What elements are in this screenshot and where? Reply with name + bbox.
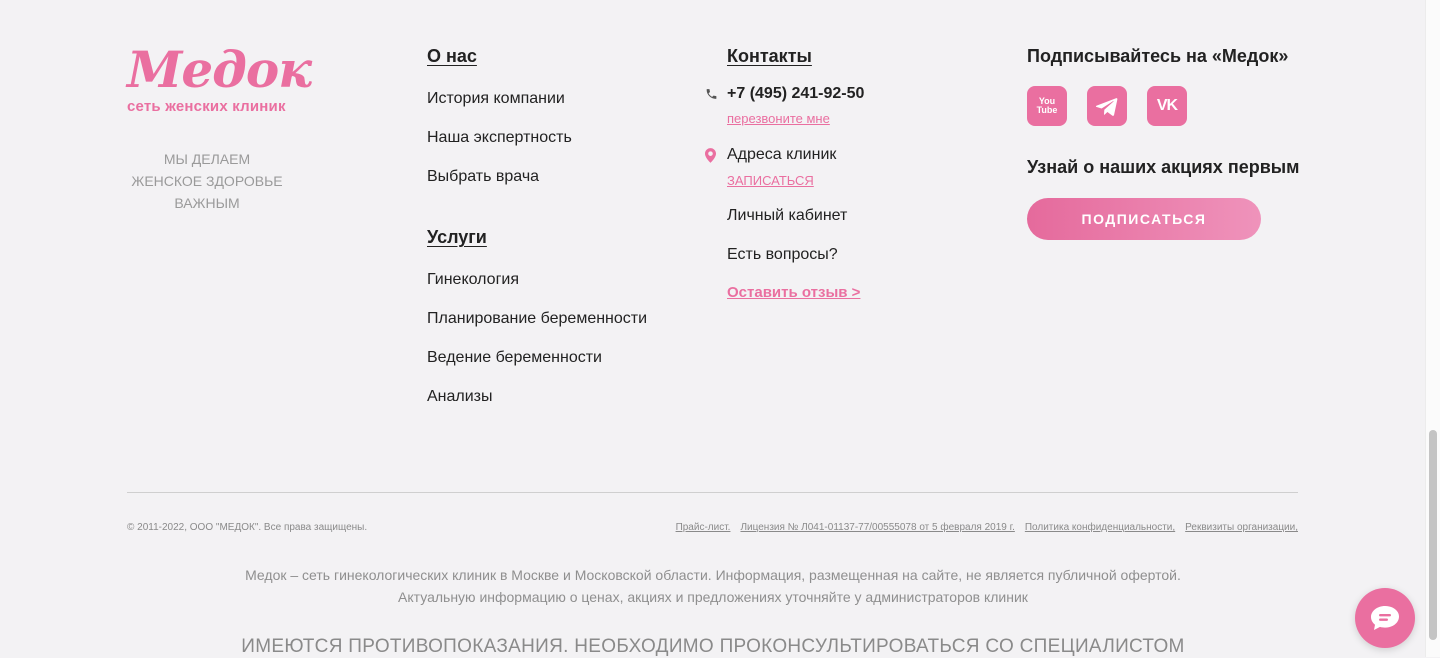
callback-link[interactable]: перезвоните мне bbox=[727, 111, 864, 126]
license-link[interactable]: Лицензия № Л041-01137-77/00555078 от 5 ф… bbox=[740, 522, 1014, 533]
about-link-expertise[interactable]: Наша экспертность bbox=[427, 118, 647, 157]
page-scrollbar[interactable] bbox=[1425, 0, 1440, 657]
vk-icon[interactable]: VK bbox=[1147, 86, 1187, 126]
disclaimer-line-2: Актуальную информацию о ценах, акциях и … bbox=[398, 589, 1028, 605]
services-link-pregnancy-management[interactable]: Ведение беременности bbox=[427, 338, 647, 377]
tagline: МЫ ДЕЛАЕМ ЖЕНСКОЕ ЗДОРОВЬЕ ВАЖНЫМ bbox=[131, 151, 283, 211]
footer-divider bbox=[127, 492, 1298, 493]
leave-review-link[interactable]: Оставить отзыв > bbox=[727, 284, 864, 301]
about-heading[interactable]: О нас bbox=[427, 46, 647, 67]
logo-wordmark: Медок bbox=[127, 40, 312, 99]
promo-title: Узнай о наших акциях первым bbox=[1027, 157, 1300, 177]
services-link-pregnancy-planning[interactable]: Планирование беременности bbox=[427, 299, 647, 338]
scrollbar-thumb[interactable] bbox=[1429, 430, 1437, 640]
services-link-gynecology[interactable]: Гинекология bbox=[427, 260, 647, 299]
services-link-analyses[interactable]: Анализы bbox=[427, 377, 647, 416]
subscribe-title: Подписывайтесь на «Медок» bbox=[1027, 46, 1289, 66]
youtube-icon[interactable]: You Tube bbox=[1027, 86, 1067, 126]
about-link-history[interactable]: История компании bbox=[427, 79, 647, 118]
telegram-icon[interactable] bbox=[1087, 86, 1127, 126]
clinic-addresses-link[interactable]: Адреса клиник bbox=[727, 146, 836, 163]
personal-account-link[interactable]: Личный кабинет bbox=[727, 196, 864, 235]
legal-links: Прайс-лист. Лицензия № Л041-01137-77/005… bbox=[676, 522, 1298, 533]
privacy-policy-link[interactable]: Политика конфиденциальности, bbox=[1025, 522, 1175, 533]
questions-link[interactable]: Есть вопросы? bbox=[727, 235, 864, 274]
price-list-link[interactable]: Прайс-лист. bbox=[676, 522, 731, 533]
contacts-column: Контакты +7 (495) 241-92-50 перезвоните … bbox=[705, 46, 864, 301]
subscribe-button[interactable]: ПОДПИСАТЬСЯ bbox=[1027, 198, 1261, 240]
about-column: О нас История компании Наша экспертность… bbox=[427, 46, 647, 416]
requisites-link[interactable]: Реквизиты организации, bbox=[1185, 522, 1298, 533]
signup-link[interactable]: ЗАПИСАТЬСЯ bbox=[727, 173, 836, 188]
phone-icon bbox=[705, 85, 727, 104]
phone-link[interactable]: +7 (495) 241-92-50 bbox=[727, 85, 864, 102]
contraindications-notice: ИМЕЮТСЯ ПРОТИВОПОКАЗАНИЯ. НЕОБХОДИМО ПРО… bbox=[241, 636, 1185, 657]
copyright: © 2011-2022, ООО "МЕДОК". Все права защи… bbox=[127, 522, 368, 533]
logo[interactable]: Медок сеть женских клиник bbox=[127, 40, 312, 116]
disclaimer-line-1: Медок – сеть гинекологических клиник в М… bbox=[245, 567, 1181, 583]
about-link-choose-doctor[interactable]: Выбрать врача bbox=[427, 157, 647, 196]
disclaimer: Медок – сеть гинекологических клиник в М… bbox=[0, 564, 1426, 608]
logo-subtitle: сеть женских клиник bbox=[127, 98, 286, 115]
vk-label: VK bbox=[1156, 97, 1178, 114]
services-heading[interactable]: Услуги bbox=[427, 227, 647, 248]
social-column: Подписывайтесь на «Медок» You Tube VK Уз… bbox=[1027, 46, 1299, 240]
youtube-label: You Tube bbox=[1036, 96, 1058, 115]
location-pin-icon bbox=[705, 146, 727, 166]
chat-bubble-icon bbox=[1371, 606, 1399, 630]
contacts-heading[interactable]: Контакты bbox=[727, 46, 864, 67]
chat-button[interactable] bbox=[1355, 588, 1415, 648]
